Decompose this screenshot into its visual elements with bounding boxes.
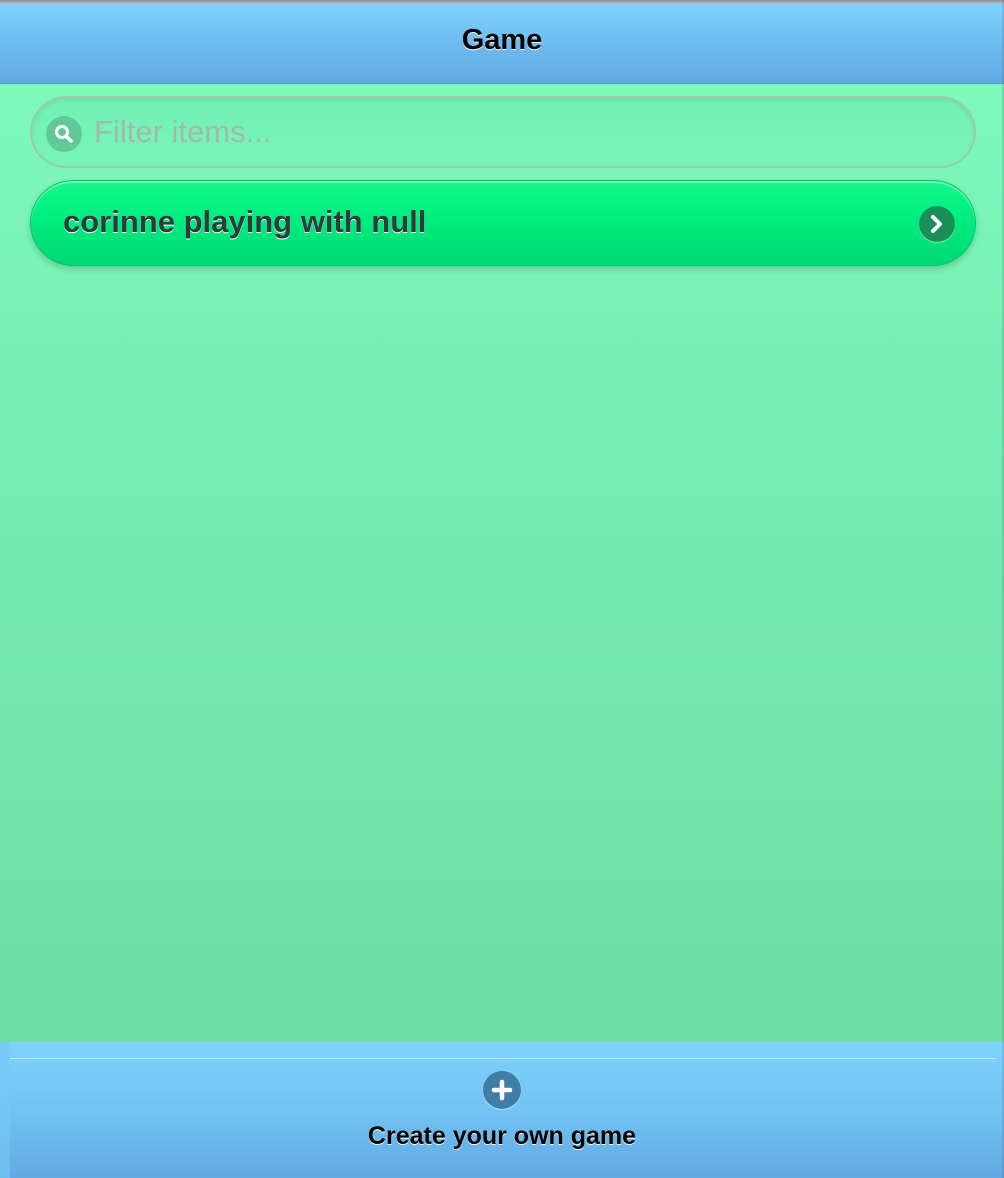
list-item-label: corinne playing with null bbox=[63, 204, 427, 239]
search-input[interactable] bbox=[94, 98, 954, 166]
page-title: Game bbox=[461, 24, 543, 56]
chevron-right-icon bbox=[919, 206, 955, 242]
list-item[interactable]: corinne playing with null bbox=[30, 180, 976, 266]
footer-divider bbox=[10, 1058, 996, 1059]
create-game-label: Create your own game bbox=[367, 1122, 637, 1150]
footer-bar: Create your own game bbox=[0, 1042, 1004, 1178]
plus-icon bbox=[483, 1071, 521, 1109]
search-bar bbox=[30, 96, 976, 168]
header-bar: Game bbox=[0, 4, 1004, 84]
create-game-button[interactable]: Create your own game bbox=[340, 1066, 664, 1172]
footer-edge bbox=[0, 1042, 10, 1178]
search-icon bbox=[46, 116, 82, 152]
